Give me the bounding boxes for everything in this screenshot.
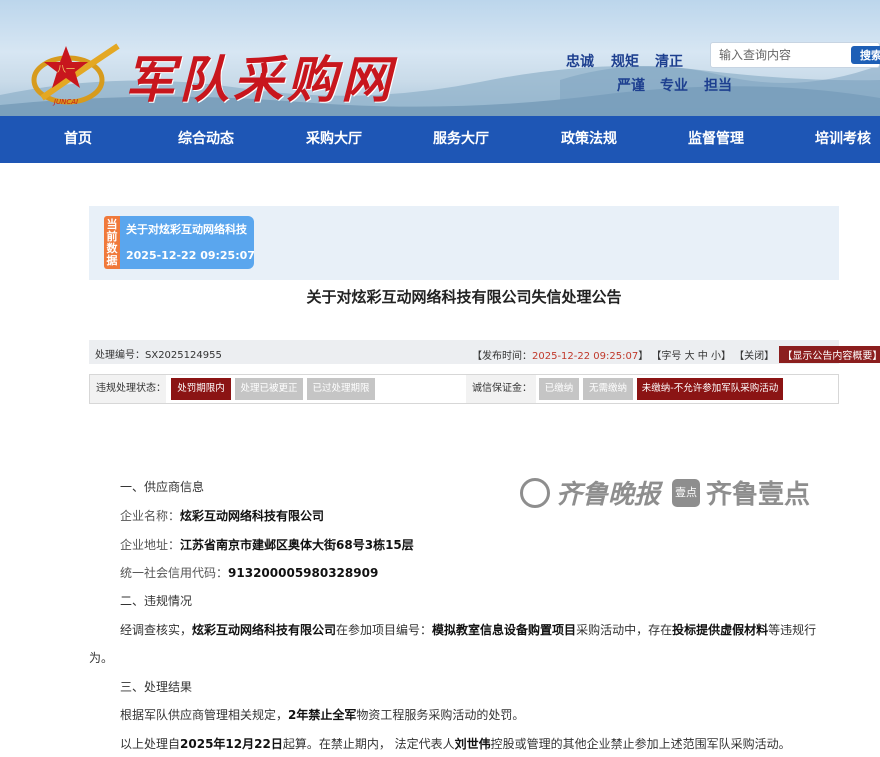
section-heading-result: 三、处理结果	[120, 680, 193, 694]
deposit-label: 诚信保证金：	[466, 375, 536, 403]
company-label: 企业名称：	[120, 509, 181, 523]
army-emblem-icon: 八一 JUNCAI	[31, 43, 120, 106]
nav-item-training[interactable]: 培训考核	[815, 116, 871, 163]
search-input[interactable]	[711, 43, 851, 67]
chip-within-penalty: 处罚期限内	[171, 378, 231, 400]
nav-item-supervision[interactable]: 监督管理	[688, 116, 744, 163]
watermark-box-icon: 壹点	[672, 479, 700, 507]
violation-text-2: 在参加项目编号：	[336, 623, 433, 637]
chip-deposit-unpaid: 未缴纳-不允许参加军队采购活动	[637, 378, 783, 400]
result-text-4: 起算。在禁止期内， 法定代表人	[282, 737, 455, 751]
current-data-tag: 当前数据	[104, 216, 120, 269]
violation-text-1: 经调查核实，	[120, 623, 193, 637]
nav-item-service[interactable]: 服务大厅	[433, 116, 489, 163]
slogan-6: 担当	[704, 78, 732, 94]
publish-suffix: 】	[638, 351, 649, 362]
nav-item-procurement[interactable]: 采购大厅	[306, 116, 362, 163]
address-label: 企业地址：	[120, 538, 181, 552]
notice-info-bar: 处理编号：SX2025124955 【发布时间：2025-12-22 09:25…	[89, 340, 880, 364]
result-paragraph-2: 以上处理自2025年12月22日起算。在禁止期内， 法定代表人刘世伟控股或管理的…	[120, 735, 791, 752]
main-nav: 首页 综合动态 采购大厅 服务大厅 政策法规 监督管理 培训考核	[0, 116, 880, 163]
violation-project: 模拟教室信息设备购置项目	[432, 623, 577, 637]
slogan-5: 专业	[660, 78, 688, 94]
nav-item-policy[interactable]: 政策法规	[561, 116, 617, 163]
emblem-star-text: 八一	[57, 65, 75, 75]
watermark-brand-2: 齐鲁壹点	[706, 480, 811, 510]
section-heading-supplier: 一、供应商信息	[120, 480, 205, 494]
violation-paragraph: 经调查核实，炫彩互动网络科技有限公司在参加项目编号：模拟教室信息设备购置项目采购…	[120, 621, 816, 638]
status-row: 违规处理状态： 处罚期限内 处理已被更正 已过处理期限 诚信保证金： 已缴纳 无…	[89, 374, 839, 404]
violation-type: 投标提供虚假材料	[672, 623, 769, 637]
credit-row: 统一社会信用代码：913200005980328909	[120, 564, 378, 581]
watermark-logo-icon	[520, 478, 550, 508]
result-date: 2025年12月22日	[180, 737, 283, 751]
notice-meta: 【发布时间：2025-12-22 09:25:07】 【字号 大 中 小】 【关…	[472, 346, 880, 363]
notice-id: 处理编号：SX2025124955	[95, 346, 222, 361]
notice-id-label: 处理编号：	[95, 350, 145, 361]
notice-id-value: SX2025124955	[145, 350, 222, 361]
violation-paragraph-tail: 为。	[89, 651, 114, 665]
section-heading-violation: 二、违规情况	[120, 594, 193, 608]
chip-no-deposit-needed: 无需缴纳	[583, 378, 633, 400]
search-button[interactable]: 搜索	[851, 46, 880, 64]
result-text-5: 控股或管理的其他企业禁止参加上述范围军队采购活动。	[490, 737, 791, 751]
chip-expired: 已过处理期限	[307, 378, 375, 400]
company-row: 企业名称：炫彩互动网络科技有限公司	[120, 507, 324, 524]
address-row: 企业地址：江苏省南京市建邺区奥体大街68号3栋15层	[120, 536, 414, 553]
violation-text-3: 采购活动中，存在	[576, 623, 673, 637]
result-paragraph-1: 根据军队供应商管理相关规定，2年禁止全军物资工程服务采购活动的处罚。	[120, 706, 524, 723]
emblem-text: JUNCAI	[52, 98, 78, 106]
nav-item-news[interactable]: 综合动态	[178, 116, 234, 163]
publish-prefix: 【发布时间：	[472, 351, 532, 362]
slogan-2: 规矩	[611, 54, 639, 70]
slogan-3: 清正	[655, 54, 683, 70]
result-text-1: 根据军队供应商管理相关规定，	[120, 708, 289, 722]
address-value: 江苏省南京市建邺区奥体大街68号3栋15层	[180, 538, 414, 552]
result-penalty: 2年禁止全军	[288, 708, 357, 722]
violation-company: 炫彩互动网络科技有限公司	[192, 623, 337, 637]
publish-time: 2025-12-22 09:25:07	[532, 351, 639, 362]
violation-text-4: 等违规行	[768, 623, 817, 637]
slogan-4: 严谨	[617, 78, 645, 94]
chip-corrected: 处理已被更正	[235, 378, 303, 400]
chip-deposit-paid: 已缴纳	[539, 378, 579, 400]
result-text-2: 物资工程服务采购活动的处罚。	[356, 708, 525, 722]
page-title: 关于对炫彩互动网络科技有限公司失信处理公告	[306, 288, 622, 306]
violation-status-label: 违规处理状态：	[90, 375, 166, 403]
result-text-3: 以上处理自	[120, 737, 181, 751]
current-data-card[interactable]: 关于对炫彩互动网络科技 2025-12-22 09:25:07	[120, 216, 255, 269]
font-size-control[interactable]: 【字号 大 中 小】	[651, 351, 731, 362]
credit-label: 统一社会信用代码：	[120, 566, 229, 580]
result-person: 刘世伟	[454, 737, 491, 751]
site-title[interactable]: 军队采购网	[125, 40, 395, 112]
slogan-1: 忠诚	[566, 54, 594, 70]
header-banner: 八一 JUNCAI 军队采购网 忠诚 规矩 清正 严谨 专业 担当 搜索	[0, 0, 880, 116]
nav-item-home[interactable]: 首页	[64, 116, 92, 163]
current-data-title: 关于对炫彩互动网络科技	[126, 223, 247, 236]
watermark-brand-1: 齐鲁晚报	[556, 480, 661, 510]
current-data-time: 2025-12-22 09:25:07	[126, 249, 255, 262]
close-link[interactable]: 【关闭】	[734, 351, 774, 362]
credit-value: 913200005980328909	[228, 566, 379, 580]
company-value: 炫彩互动网络科技有限公司	[180, 509, 325, 523]
search-box: 搜索	[710, 42, 880, 68]
show-summary-button[interactable]: 【显示公告内容概要】	[779, 346, 880, 363]
